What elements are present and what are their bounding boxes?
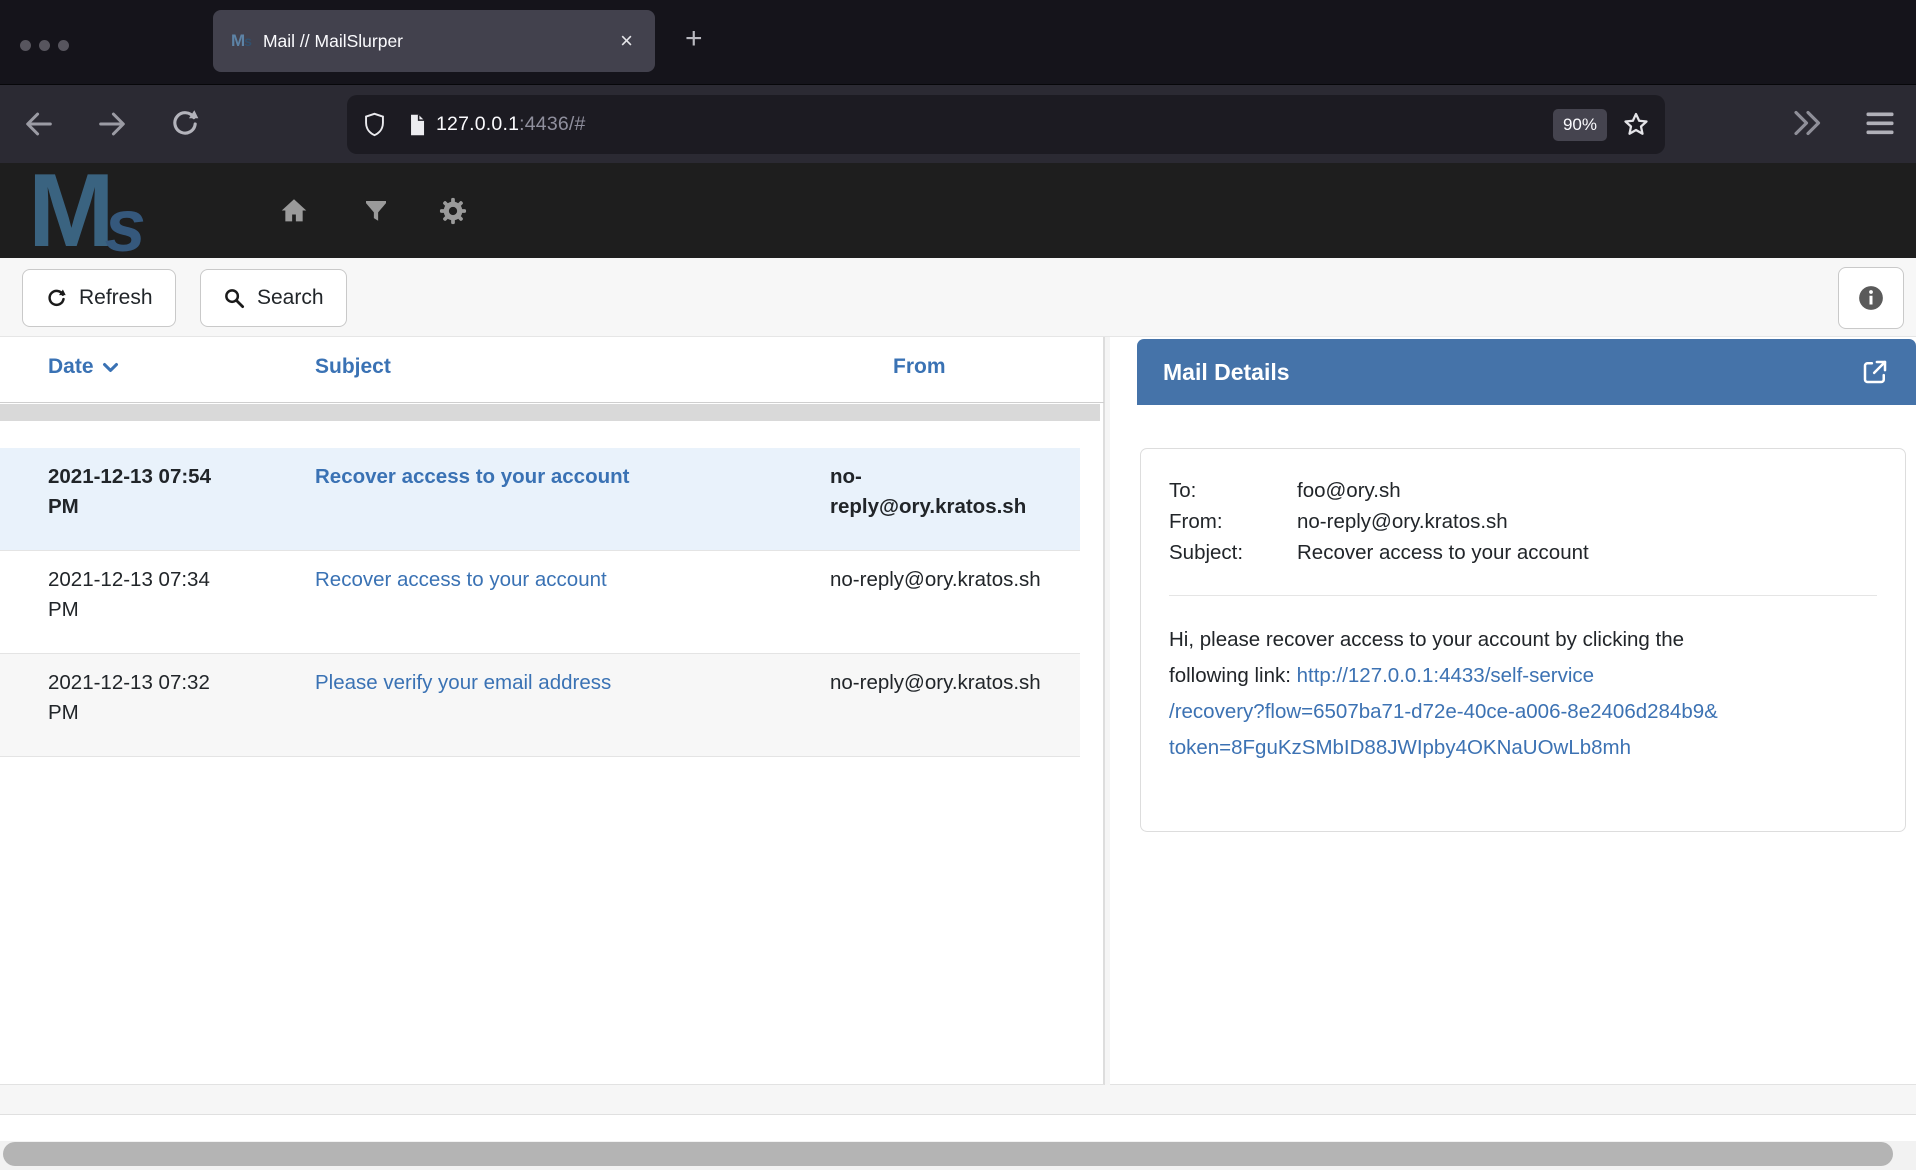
mail-subject: Please verify your email address: [315, 668, 805, 698]
browser-toolbar: 127.0.0.1:4436/# 90%: [0, 84, 1916, 163]
page-icon[interactable]: [404, 112, 430, 138]
tab-close-icon[interactable]: ×: [616, 28, 637, 54]
browser-tab-bar: Ms Mail // MailSlurper × +: [0, 0, 1916, 84]
new-tab-button[interactable]: +: [685, 22, 703, 56]
body-text-line2-prefix: following link:: [1169, 664, 1297, 687]
column-header-subject[interactable]: Subject: [315, 355, 391, 379]
from-value: no-reply@ory.kratos.sh: [1297, 506, 1508, 537]
mail-details-header: Mail Details: [1137, 339, 1916, 405]
bottom-strip: [0, 1115, 1916, 1141]
bottom-area: [0, 1085, 1916, 1170]
screen: Ms Mail // MailSlurper × + 127.0.0.1:443…: [0, 0, 1916, 1170]
sort-desc-chevron-icon: [101, 358, 120, 377]
browser-tab[interactable]: Ms Mail // MailSlurper ×: [213, 10, 655, 72]
mail-subject: Recover access to your account: [315, 462, 805, 492]
overflow-chevrons-icon[interactable]: [1790, 105, 1826, 141]
content-area: Date Subject From 2021-12-13 07:54 PM Re…: [0, 337, 1916, 1085]
field-to: To: foo@ory.sh: [1169, 475, 1877, 506]
mail-details-title: Mail Details: [1163, 359, 1290, 386]
url-host: 127.0.0.1: [436, 113, 519, 135]
shield-icon[interactable]: [361, 111, 388, 138]
mail-subject-link[interactable]: Recover access to your account: [315, 568, 607, 591]
mail-row[interactable]: 2021-12-13 07:34 PM Recover access to yo…: [0, 551, 1080, 654]
logo-m: M: [28, 159, 111, 263]
column-header-date[interactable]: Date: [48, 355, 120, 379]
mail-from: no-reply@ory.kratos.sh: [830, 462, 1052, 521]
bookmark-star-icon[interactable]: [1621, 110, 1651, 140]
to-value: foo@ory.sh: [1297, 475, 1401, 506]
filter-icon[interactable]: [360, 195, 392, 227]
card-divider: [1169, 595, 1877, 596]
info-circle-icon: [1856, 283, 1886, 313]
mail-subject: Recover access to your account: [315, 565, 805, 595]
mail-details-panel: Mail Details To: foo@ory.sh From: no-rep…: [1110, 337, 1916, 1085]
external-link-icon[interactable]: [1860, 357, 1890, 387]
window-controls[interactable]: [20, 40, 69, 51]
app-header: M s: [0, 163, 1916, 258]
mail-row[interactable]: 2021-12-13 07:32 PM Please verify your e…: [0, 654, 1080, 757]
field-from: From: no-reply@ory.kratos.sh: [1169, 506, 1877, 537]
mail-list-header: Date Subject From: [0, 337, 1104, 403]
horizontal-scrollbar-thumb[interactable]: [3, 1142, 1893, 1166]
menu-hamburger-icon[interactable]: [1862, 105, 1898, 141]
column-header-from[interactable]: From: [893, 355, 946, 379]
mail-date: 2021-12-13 07:54 PM: [48, 462, 228, 521]
action-bar: Refresh Search: [0, 258, 1916, 337]
search-icon: [223, 287, 246, 310]
refresh-button[interactable]: Refresh: [22, 269, 176, 327]
url-text: 127.0.0.1:4436/#: [436, 113, 586, 136]
subject-label: Subject:: [1169, 537, 1297, 568]
to-label: To:: [1169, 475, 1297, 506]
mail-date: 2021-12-13 07:32 PM: [48, 668, 228, 727]
refresh-icon: [45, 287, 68, 310]
window-dot[interactable]: [39, 40, 50, 51]
field-subject: Subject: Recover access to your account: [1169, 537, 1877, 568]
refresh-label: Refresh: [79, 286, 153, 310]
back-icon[interactable]: [22, 107, 56, 141]
mail-subject-link[interactable]: Recover access to your account: [315, 465, 629, 488]
mailslurper-favicon-icon: Ms: [231, 31, 251, 51]
url-suffix: :4436/#: [519, 113, 585, 135]
search-button[interactable]: Search: [200, 269, 347, 327]
from-label: From:: [1169, 506, 1297, 537]
mail-date: 2021-12-13 07:34 PM: [48, 565, 228, 624]
mail-details-card: To: foo@ory.sh From: no-reply@ory.kratos…: [1140, 448, 1906, 832]
mail-row-selected[interactable]: 2021-12-13 07:54 PM Recover access to yo…: [0, 448, 1080, 551]
reload-icon[interactable]: [168, 107, 202, 141]
tab-title: Mail // MailSlurper: [263, 31, 616, 52]
zoom-level-badge[interactable]: 90%: [1553, 109, 1607, 141]
info-button[interactable]: [1838, 267, 1904, 329]
horizontal-scrollbar[interactable]: [0, 1141, 1916, 1170]
body-text-line1: Hi, please recover access to your accoun…: [1169, 628, 1684, 651]
url-bar[interactable]: 127.0.0.1:4436/# 90%: [347, 95, 1665, 154]
gear-icon[interactable]: [437, 195, 469, 227]
home-icon[interactable]: [278, 195, 310, 227]
mail-rows: 2021-12-13 07:54 PM Recover access to yo…: [0, 448, 1080, 757]
logo-s: s: [105, 189, 146, 263]
mail-subject-link[interactable]: Please verify your email address: [315, 671, 611, 694]
mail-from: no-reply@ory.kratos.sh: [830, 668, 1052, 698]
header-separator-band: [0, 404, 1100, 421]
mail-list-panel: Date Subject From 2021-12-13 07:54 PM Re…: [0, 337, 1104, 1085]
panel-divider: [1104, 337, 1105, 1114]
subject-value: Recover access to your account: [1297, 537, 1589, 568]
window-dot[interactable]: [58, 40, 69, 51]
search-label: Search: [257, 286, 324, 310]
mail-from: no-reply@ory.kratos.sh: [830, 565, 1052, 595]
mail-body: Hi, please recover access to your accoun…: [1169, 622, 1877, 766]
forward-icon[interactable]: [95, 107, 129, 141]
window-dot[interactable]: [20, 40, 31, 51]
mailslurper-logo[interactable]: M s: [28, 159, 146, 263]
